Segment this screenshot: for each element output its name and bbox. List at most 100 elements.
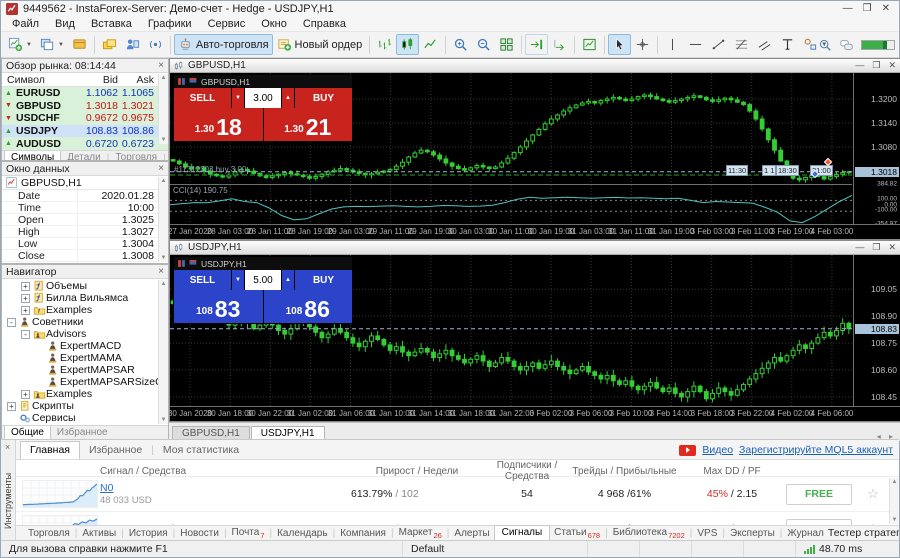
navigator-item-expertmama[interactable]: ExpertMAMA [2, 352, 168, 364]
navigator-item-examples[interactable]: +Examples [2, 388, 168, 400]
navigator-item-билла-вильямса[interactable]: +Билла Вильямса [2, 292, 168, 304]
expand-icon[interactable]: + [7, 402, 16, 411]
zoom-out-button[interactable] [472, 34, 495, 55]
toolbox-bottom-tab-библиотека[interactable]: Библиотека7202 [609, 527, 689, 540]
volume-down-icon[interactable]: ▼ [232, 270, 244, 290]
volume-value[interactable]: 5.00 [245, 270, 281, 290]
history-center-button[interactable] [68, 34, 91, 55]
free-button[interactable]: FREE [786, 519, 852, 526]
volume-value[interactable]: 3.00 [245, 88, 281, 108]
video-link[interactable]: Видео [702, 444, 733, 456]
shift-end-button[interactable] [525, 34, 548, 55]
navigator-item-советники[interactable]: -Советники [2, 316, 168, 328]
restore-button[interactable]: ❒ [872, 242, 880, 253]
buy-price[interactable]: 10886 [264, 290, 353, 323]
close-button[interactable]: ✕ [888, 60, 896, 71]
close-button[interactable]: ✕ [882, 2, 890, 16]
buy-button[interactable]: BUY [295, 88, 352, 108]
menu-сервис[interactable]: Сервис [200, 18, 254, 30]
channel-button[interactable] [753, 34, 776, 55]
navigator-item-advisors[interactable]: -Advisors [2, 328, 168, 340]
new-chart-button[interactable]: ▼ [4, 34, 36, 55]
navigator-item-expertmapsar[interactable]: ExpertMAPSAR [2, 364, 168, 376]
signal-name-link[interactable]: Prospector Scalper EA [100, 523, 206, 525]
toolbox-tab-2[interactable]: Избранное [80, 442, 151, 459]
toolbox-bottom-tab-алерты[interactable]: Алерты [450, 528, 493, 539]
cursor-button[interactable] [608, 34, 631, 55]
navigator-tab-1[interactable]: Общие [4, 425, 51, 440]
sell-button[interactable]: SELL [174, 270, 231, 290]
status-profile[interactable]: Default [402, 541, 587, 557]
menu-файл[interactable]: Файл [4, 18, 47, 30]
navigator-item-examples[interactable]: +Examples [2, 304, 168, 316]
navigator-item-сервисы[interactable]: Сервисы [2, 412, 168, 424]
toolbox-bottom-tab-история[interactable]: История [125, 528, 172, 539]
market-watch-row-audusd[interactable]: ▲AUDUSD0.67200.6723 [2, 137, 168, 150]
market-watch-row-gbpusd[interactable]: ▼GBPUSD1.30181.3021 [2, 100, 168, 113]
price-scale[interactable]: 109.05108.90108.75108.60108.45108.83 [853, 255, 900, 406]
market-watch-row-usdjpy[interactable]: ▲USDJPY108.83108.86 [2, 125, 168, 138]
tile-windows-button[interactable] [495, 34, 518, 55]
chat-icon[interactable] [839, 38, 854, 52]
line-chart-button[interactable] [419, 34, 442, 55]
navigator-button[interactable] [121, 34, 144, 55]
expand-icon[interactable]: + [21, 282, 30, 291]
sell-price[interactable]: 10883 [174, 290, 263, 323]
close-icon[interactable]: × [158, 164, 164, 174]
market-watch-tab-4[interactable]: Тик [166, 151, 168, 161]
volume-stepper[interactable]: ▼5.00▲ [232, 270, 294, 290]
buy-button[interactable]: BUY [295, 270, 352, 290]
navigator-tab-2[interactable]: Избранное [51, 426, 114, 440]
favorite-star-icon[interactable]: ☆ [860, 521, 886, 525]
maximize-button[interactable]: ❒ [863, 2, 872, 16]
toolbox-bottom-tab-активы[interactable]: Активы [78, 528, 120, 539]
signals-button[interactable] [144, 34, 167, 55]
toolbox-tab-1[interactable]: Главная [20, 441, 80, 459]
buy-price[interactable]: 1.3021 [264, 108, 353, 141]
text-button[interactable] [776, 34, 799, 55]
market-watch-row-eurusd[interactable]: ▲EURUSD1.10621.1065 [2, 87, 168, 100]
time-axis[interactable]: 27 Jan 202028 Jan 03:0028 Jan 11:0028 Ja… [170, 224, 900, 239]
navigator-item-скрипты[interactable]: +Скрипты [2, 400, 168, 412]
navigator-item-expertmapsarsizeoptim[interactable]: ExpertMAPSARSizeOptim [2, 376, 168, 388]
sell-button[interactable]: SELL [174, 88, 231, 108]
price-scale[interactable]: 1.32001.31401.30801.3018384.82100.000.00… [853, 73, 900, 224]
expand-icon[interactable]: + [21, 306, 30, 315]
toolbox-bottom-tab-компания[interactable]: Компания [336, 528, 390, 539]
toolbox-bottom-tab-почта[interactable]: Почта7 [228, 527, 269, 540]
chart-window-gbpusd[interactable]: GBPUSD,H1—❒✕#11312303 buy 3.0011:301 118… [169, 58, 900, 240]
market-watch-row-usdchf[interactable]: ▼USDCHF0.96720.9675 [2, 112, 168, 125]
expand-icon[interactable]: + [21, 294, 30, 303]
time-axis[interactable]: 30 Jan 202030 Jan 18:0030 Jan 22:0031 Ja… [170, 406, 900, 421]
volume-down-icon[interactable]: ▼ [232, 88, 244, 108]
minimize-button[interactable]: — [855, 60, 864, 71]
zoom-in-button[interactable] [449, 34, 472, 55]
toolbox-bottom-tab-vps[interactable]: VPS [693, 528, 721, 539]
signals-scrollbar[interactable]: ▲▼ [889, 478, 899, 524]
market-watch-button[interactable] [98, 34, 121, 55]
minimize-button[interactable]: — [855, 242, 864, 253]
close-icon[interactable]: × [158, 61, 164, 71]
volume-up-icon[interactable]: ▲ [282, 270, 294, 290]
toolbox-bottom-tab-журнал[interactable]: Журнал [783, 528, 828, 539]
volume-stepper[interactable]: ▼3.00▲ [232, 88, 294, 108]
menu-окно[interactable]: Окно [253, 18, 295, 30]
toolbox-bottom-tab-сигналы[interactable]: Сигналы [494, 525, 551, 540]
fibo-button[interactable] [730, 34, 753, 55]
volume-up-icon[interactable]: ▲ [282, 88, 294, 108]
chart-window-usdjpy[interactable]: USDJPY,H1—❒✕109.05108.90108.75108.60108.… [169, 240, 900, 422]
data-window-scrollbar[interactable]: ▲▼ [158, 177, 168, 262]
toolbox-bottom-tab-маркет[interactable]: Маркет26 [395, 527, 446, 540]
close-button[interactable]: ✕ [888, 242, 896, 253]
profiles-button[interactable]: ▼ [36, 34, 68, 55]
signal-name-link[interactable]: N0 [100, 482, 113, 494]
strategy-tester-link[interactable]: Тестер стратегий [828, 527, 899, 539]
chart-title-bar[interactable]: GBPUSD,H1—❒✕ [170, 59, 900, 73]
bars-button[interactable] [373, 34, 396, 55]
crosshair-button[interactable] [631, 34, 654, 55]
trendline-button[interactable] [707, 34, 730, 55]
candles-button[interactable] [396, 34, 419, 55]
toolbox-bottom-tab-торговля[interactable]: Торговля [24, 528, 74, 539]
templates-button[interactable] [578, 34, 601, 55]
menu-вставка[interactable]: Вставка [83, 18, 140, 30]
